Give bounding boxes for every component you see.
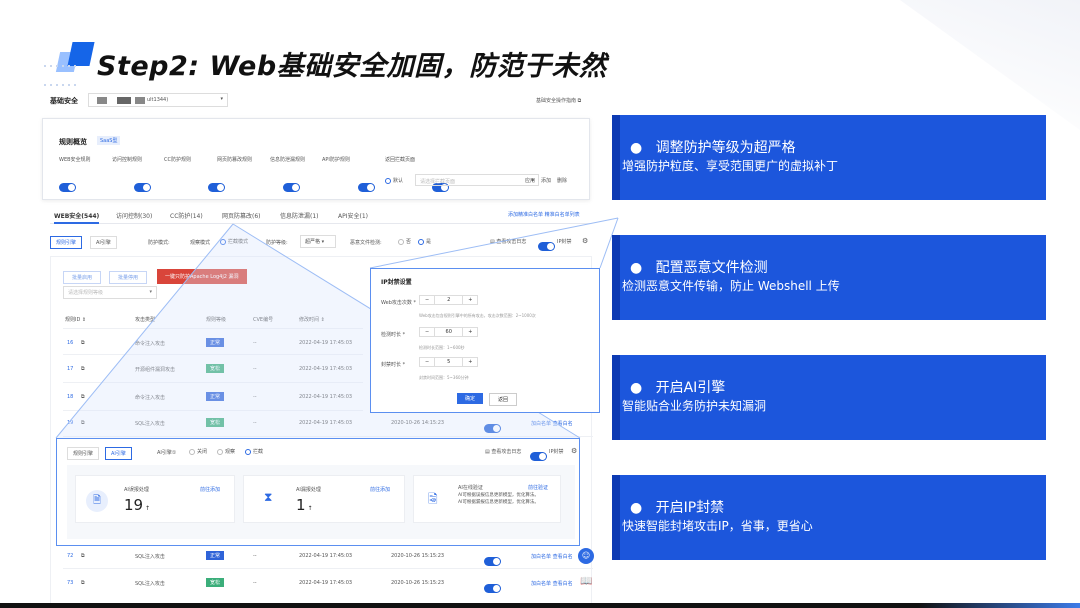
panel-heading: ● 配置恶意文件检测 <box>630 260 768 276</box>
radio-icon <box>189 448 195 455</box>
ai-false-negative-card: ⧗ AI漏报处理 前往添加 1 ↑ <box>243 475 405 523</box>
plus-icon[interactable]: + <box>463 328 477 336</box>
feature-panel-3: ● 开启AI引擎 智能贴合业务防护未知漏洞 <box>612 355 1046 440</box>
arrow-up-icon: ↑ <box>305 505 313 512</box>
arrow-up-icon: ↑ <box>143 505 151 512</box>
ip-ban-dialog: IP封禁设置 Web攻击次数 * −2 + Web攻击包含规则引擎中的所有攻击，攻… <box>370 268 600 413</box>
panel-desc: 增强防护粒度、享受范围更广的虚拟补丁 <box>622 159 839 173</box>
ai-off[interactable]: 关闭 <box>189 448 207 455</box>
ipban-toggle[interactable] <box>530 452 547 461</box>
detect-time-hint: 检测时长范围：1~600秒 <box>419 345 465 350</box>
card-desc-2: AI可根据漏报信息更新模型，优化算法。 <box>458 500 539 505</box>
card-link[interactable]: 前往验证 <box>528 484 548 491</box>
radio-icon <box>245 448 251 455</box>
ban-time-stepper[interactable]: −5 + <box>419 357 479 367</box>
card-value-text: 19 <box>124 496 144 514</box>
detect-time-value: 60 <box>435 328 464 336</box>
ai-false-positive-card: 🗎 AI误报处理 前往添加 19 ↑ <box>75 475 235 523</box>
ban-time-hint: 封禁时间范围：5~360分钟 <box>419 375 469 380</box>
attack-count-stepper[interactable]: −2 + <box>419 295 479 305</box>
attack-count-hint: Web攻击包含规则引擎中的所有攻击，攻击次数范围：2~1000次 <box>419 313 536 318</box>
panel-desc: 快速智能封堵攻击IP，省事，更省心 <box>622 519 813 533</box>
logs-text: 查看攻击日志 <box>491 449 522 455</box>
panel-desc: 检测恶意文件传输，防止 Webshell 上传 <box>622 279 840 293</box>
ai-watch-text: 观察 <box>225 449 236 455</box>
view-logs[interactable]: ▤ 查看攻击日志 <box>485 448 521 455</box>
panel-heading-text: 配置恶意文件检测 <box>655 260 768 276</box>
ai-block[interactable]: 拦截 <box>245 448 263 455</box>
tab-ai-engine[interactable]: AI引擎 <box>105 447 132 460</box>
feature-panel-2: ● 配置恶意文件检测 检测恶意文件传输，防止 Webshell 上传 <box>612 235 1046 320</box>
plus-icon[interactable]: + <box>463 296 477 304</box>
panel-heading: ● 调整防护等级为超严格 <box>630 140 796 156</box>
dialog-title: IP封禁设置 <box>381 279 412 286</box>
panel-desc: 智能贴合业务防护未知漏洞 <box>622 399 767 413</box>
card-value-text: 1 <box>296 496 306 514</box>
hourglass-icon: ⧗ <box>264 490 273 504</box>
ai-stats-area: 🗎 AI误报处理 前往添加 19 ↑ ⧗ AI漏报处理 前往添加 1 ↑ 🗟 A… <box>67 465 575 539</box>
minus-icon[interactable]: − <box>420 328 436 336</box>
radio-icon <box>217 448 223 455</box>
card-desc-1: AI可根据误报信息更新模型，优化算法。 <box>458 493 539 498</box>
detect-time-label: 检测时长 * <box>381 332 406 338</box>
document-check-icon: 🗟 <box>428 492 438 506</box>
gear-icon[interactable]: ⚙ <box>571 447 577 455</box>
feature-panel-4: ● 开启IP封禁 快速智能封堵攻击IP，省事，更省心 <box>612 475 1046 560</box>
panel-heading-text: 调整防护等级为超严格 <box>655 140 796 156</box>
card-title: AI在线验证 <box>458 485 483 491</box>
confirm-button[interactable]: 确定 <box>457 393 484 404</box>
minus-icon[interactable]: − <box>420 296 436 304</box>
book-icon[interactable]: 📖 <box>580 576 592 587</box>
panel-heading: ● 开启AI引擎 <box>630 380 726 396</box>
tab-rule-engine[interactable]: 规则引擎 <box>67 447 100 460</box>
ai-off-text: 关闭 <box>197 449 208 455</box>
minus-icon[interactable]: − <box>420 358 436 366</box>
ai-online-verify-card: 🗟 AI在线验证 前往验证 AI可根据误报信息更新模型，优化算法。 AI可根据漏… <box>413 475 561 523</box>
panel-heading: ● 开启IP封禁 <box>630 500 725 516</box>
detect-time-stepper[interactable]: −60 + <box>419 327 479 337</box>
back-button[interactable]: 返回 <box>489 393 518 406</box>
ipban-label: IP封禁 <box>549 449 564 455</box>
ban-time-value: 5 <box>435 358 464 366</box>
chat-icon[interactable]: ☺ <box>578 548 594 564</box>
ai-engine-label: AI引擎① <box>157 450 177 456</box>
card-title: AI误报处理 <box>124 487 149 493</box>
document-icon: 🗎 <box>86 490 108 512</box>
panel-heading-text: 开启AI引擎 <box>655 380 726 396</box>
attack-count-label: Web攻击次数 * <box>381 300 416 306</box>
bottom-bar <box>0 603 1080 608</box>
ai-engine-panel: 规则引擎 AI引擎 AI引擎① 关闭 观察 拦截 ▤ 查看攻击日志 IP封禁 ⚙… <box>56 438 580 546</box>
ai-watch[interactable]: 观察 <box>217 448 235 455</box>
card-link[interactable]: 前往添加 <box>370 486 390 493</box>
card-value: 19 ↑ <box>124 496 150 514</box>
card-link[interactable]: 前往添加 <box>200 486 220 493</box>
panel-heading-text: 开启IP封禁 <box>655 500 725 516</box>
card-title: AI漏报处理 <box>296 487 321 493</box>
attack-count-value: 2 <box>435 296 464 304</box>
log-icon: ▤ <box>485 449 490 455</box>
ai-block-text: 拦截 <box>253 449 264 455</box>
plus-icon[interactable]: + <box>463 358 477 366</box>
ban-time-label: 封禁时长 * <box>381 362 406 368</box>
card-value: 1 ↑ <box>296 496 312 514</box>
feature-panel-1: ● 调整防护等级为超严格 增强防护粒度、享受范围更广的虚拟补丁 <box>612 115 1046 200</box>
